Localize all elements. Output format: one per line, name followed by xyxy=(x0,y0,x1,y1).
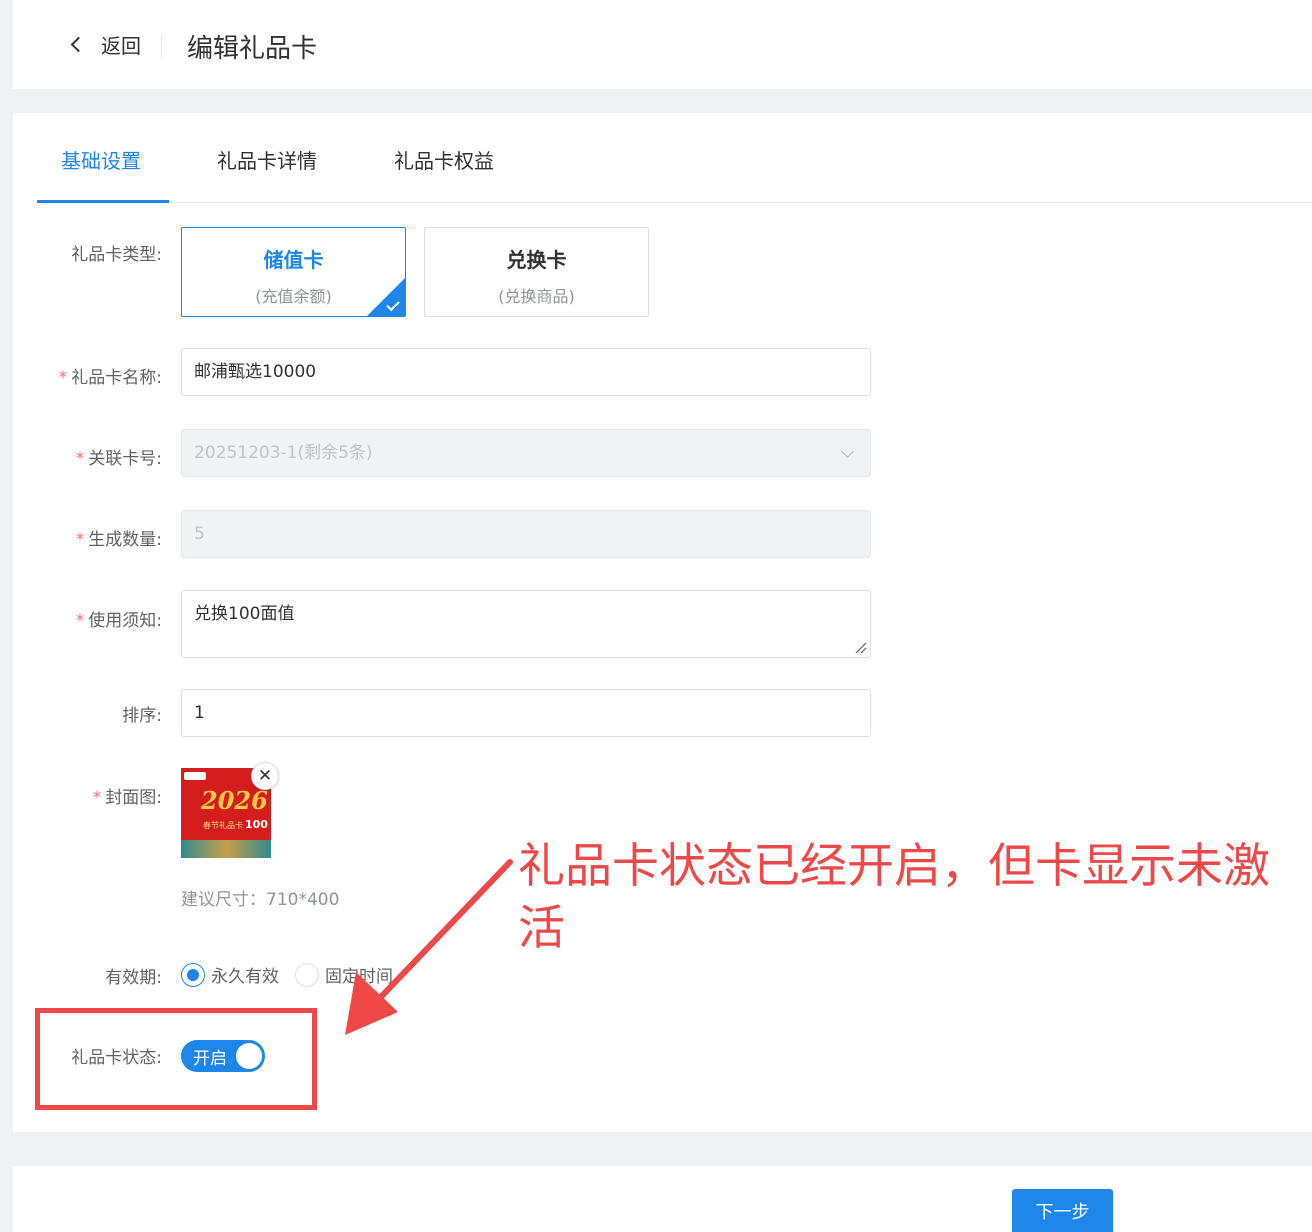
quantity-input[interactable]: 5 xyxy=(181,510,871,558)
sort-label: 排序: xyxy=(122,706,162,726)
type-option-title: 储值卡 xyxy=(263,248,324,272)
tab-card-details[interactable]: 礼品卡详情 xyxy=(217,145,317,174)
annotation-text: 礼品卡状态已经开启，但卡显示未激活 xyxy=(518,839,1270,956)
type-label: 礼品卡类型: xyxy=(71,245,162,265)
tab-bar: 基础设置 礼品卡详情 礼品卡权益 xyxy=(37,113,1312,203)
type-option-desc: (兑换商品) xyxy=(498,287,575,306)
cover-label: * 封面图: xyxy=(92,788,162,808)
sort-input[interactable]: 1 xyxy=(181,689,871,737)
back-button[interactable]: 返回 xyxy=(70,30,141,59)
card-no-label: * 关联卡号: xyxy=(75,449,162,469)
radio-label: 永久有效 xyxy=(211,967,279,987)
cover-decoration xyxy=(181,840,271,858)
radio-dot xyxy=(181,962,205,987)
type-option-title: 兑换卡 xyxy=(506,248,567,272)
chevron-down-icon xyxy=(841,445,854,458)
card-name-input[interactable]: 邮浦甄选10000 xyxy=(181,348,871,396)
cover-value: 100 xyxy=(245,818,268,831)
back-label: 返回 xyxy=(101,34,141,58)
cover-subtitle: 春节礼品卡 xyxy=(203,821,243,830)
resize-handle-icon[interactable] xyxy=(853,640,867,654)
cover-year: 2026 xyxy=(201,786,268,815)
selected-corner xyxy=(367,278,405,316)
card-no-value: 20251203-1(剩余5条) xyxy=(194,443,373,463)
cover-logo xyxy=(184,772,206,780)
header-divider xyxy=(161,34,162,58)
name-label: * 礼品卡名称: xyxy=(58,368,162,388)
validity-radio-fixed[interactable]: 固定时间 xyxy=(295,962,393,987)
page-header: 返回 编辑礼品卡 xyxy=(13,0,1312,89)
tab-active-indicator xyxy=(37,200,169,203)
notice-value: 兑换100面值 xyxy=(194,604,295,624)
cover-size-hint: 建议尺寸：710*400 xyxy=(181,890,340,910)
notice-textarea[interactable]: 兑换100面值 xyxy=(181,590,871,658)
validity-radio-permanent[interactable]: 永久有效 xyxy=(181,962,279,987)
footer-bar: 下一步 xyxy=(13,1166,1312,1232)
validity-label: 有效期: xyxy=(105,968,162,988)
next-step-button[interactable]: 下一步 xyxy=(1012,1189,1113,1232)
notice-label: * 使用须知: xyxy=(75,611,162,631)
radio-dot xyxy=(295,962,319,987)
remove-cover-button[interactable]: ✕ xyxy=(251,762,279,790)
type-option-exchange[interactable]: 兑换卡 (兑换商品) xyxy=(424,227,649,317)
radio-label: 固定时间 xyxy=(325,967,393,987)
chevron-left-icon xyxy=(70,36,87,53)
tab-card-benefits[interactable]: 礼品卡权益 xyxy=(394,145,494,174)
quantity-label: * 生成数量: xyxy=(75,530,162,550)
form-card: 基础设置 礼品卡详情 礼品卡权益 礼品卡类型: 储值卡 (充值余额) 兑换卡 (… xyxy=(13,113,1312,1132)
card-no-select[interactable]: 20251203-1(剩余5条) xyxy=(181,429,871,477)
page-title: 编辑礼品卡 xyxy=(187,34,318,64)
tab-basic-settings[interactable]: 基础设置 xyxy=(61,145,141,174)
type-option-stored-value[interactable]: 储值卡 (充值余额) xyxy=(181,227,406,317)
annotation-highlight-box xyxy=(35,1008,317,1110)
